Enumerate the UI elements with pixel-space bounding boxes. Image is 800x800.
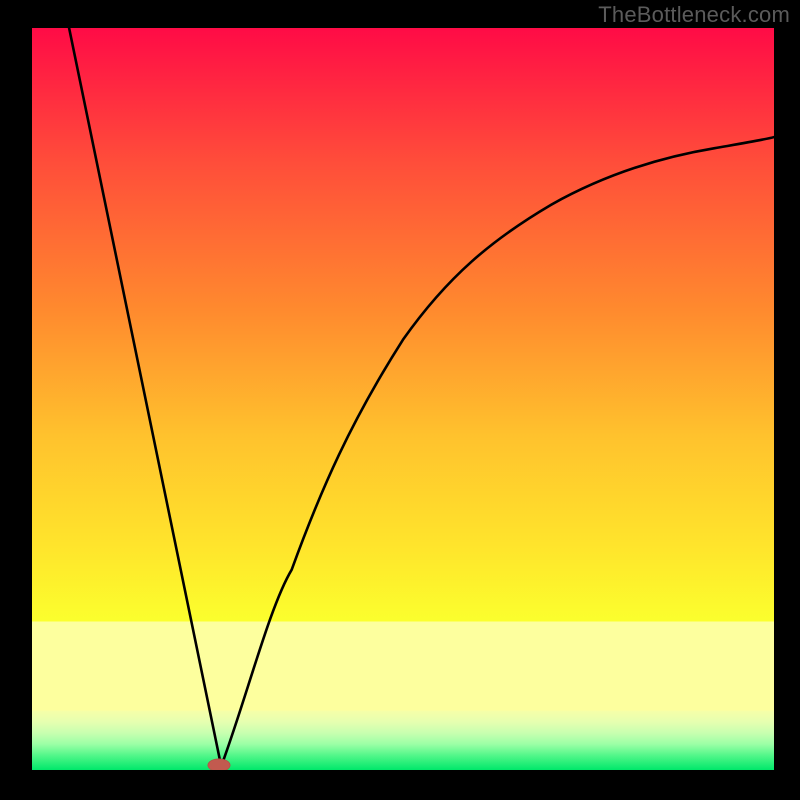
chart-svg: [32, 28, 774, 770]
gradient-background: [32, 28, 774, 770]
frame: TheBottleneck.com: [0, 0, 800, 800]
watermark: TheBottleneck.com: [598, 2, 790, 28]
valley-marker: [208, 759, 230, 770]
bottleneck-chart: [32, 28, 774, 770]
